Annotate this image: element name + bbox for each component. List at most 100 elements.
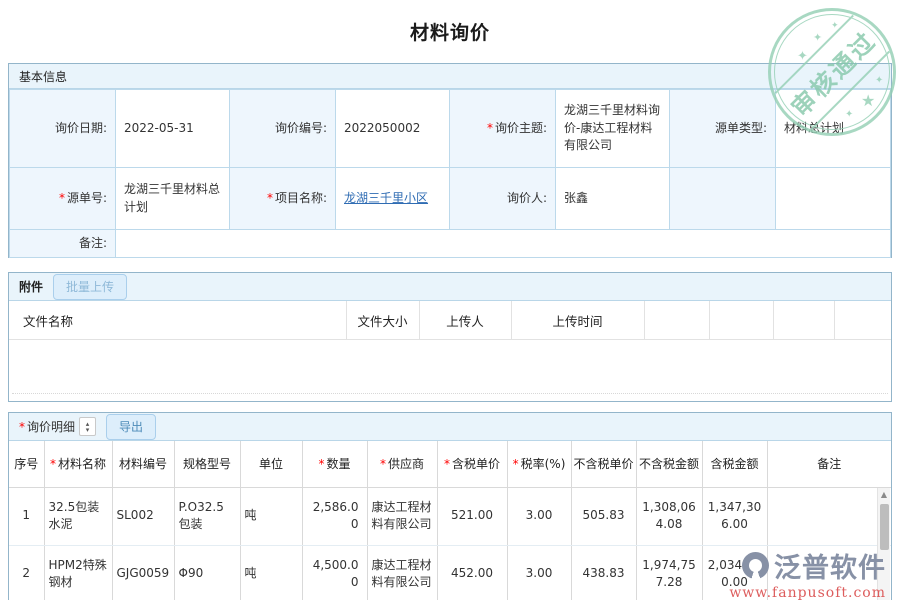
cell-quantity: 2,586.00: [302, 487, 367, 545]
page-title: 材料询价: [0, 18, 900, 45]
basic-info-section: 基本信息 询价日期: 2022-05-31 询价编号: 2022050002 *…: [8, 63, 892, 258]
cell-no-tax-price: 438.83: [571, 545, 636, 600]
project-name-value: 龙湖三千里小区: [336, 168, 450, 230]
cell-material-no: SL002: [112, 487, 174, 545]
col-upload-time: 上传时间: [511, 301, 644, 340]
col-seq: 序号: [9, 441, 44, 487]
cell-material-name: HPM2特殊钢材: [44, 545, 112, 600]
required-icon: *: [487, 121, 493, 135]
remark-value: [116, 230, 891, 258]
scrollbar-thumb[interactable]: [880, 504, 889, 550]
col-quantity: *数量: [302, 441, 367, 487]
col-empty: [644, 301, 709, 340]
inquiry-no-label: 询价编号:: [230, 90, 336, 168]
inquiry-subject-value: 龙湖三千里材料询价-康达工程材料有限公司: [556, 90, 670, 168]
attachments-section: 附件 批量上传 文件名称 文件大小 上传人 上传时间: [8, 272, 892, 402]
cell-no-tax-amount: 1,974,757.28: [636, 545, 702, 600]
cell-no-tax-price: 505.83: [571, 487, 636, 545]
col-empty: [773, 301, 834, 340]
cell-tax-amount: 2,034,000.00: [702, 545, 767, 600]
project-name-label: *项目名称:: [230, 168, 336, 230]
col-supplier: *供应商: [367, 441, 437, 487]
cell-seq: 2: [9, 545, 44, 600]
col-remark: 备注: [767, 441, 891, 487]
basic-info-table: 询价日期: 2022-05-31 询价编号: 2022050002 *询价主题:…: [9, 89, 891, 258]
col-unit: 单位: [240, 441, 302, 487]
required-icon: *: [380, 457, 386, 471]
cell-tax-rate: 3.00: [507, 545, 571, 600]
basic-info-header: 基本信息: [9, 64, 891, 89]
col-file-size: 文件大小: [346, 301, 419, 340]
attachments-header: 附件 批量上传: [9, 273, 891, 301]
col-material-no: 材料编号: [112, 441, 174, 487]
inquiry-details-header: * 询价明细 ▴ ▾ 导出: [9, 413, 891, 441]
attachments-title: 附件: [19, 278, 43, 295]
col-uploader: 上传人: [419, 301, 511, 340]
sort-toggle-icon[interactable]: ▴ ▾: [79, 417, 96, 436]
required-icon: *: [513, 457, 519, 471]
col-material-name: *材料名称: [44, 441, 112, 487]
cell-tax-price: 521.00: [437, 487, 507, 545]
col-tax-amount: 含税金额: [702, 441, 767, 487]
required-icon: *: [19, 420, 25, 434]
details-row: 1 32.5包装水泥 SL002 P.O32.5包装 吨 2,586.00 康达…: [9, 487, 891, 545]
details-header-row: 序号 *材料名称 材料编号 规格型号 单位 *数量 *供应商 *含税单价 *税率…: [9, 441, 891, 487]
sort-down-icon: ▾: [86, 427, 90, 433]
required-icon: *: [59, 191, 65, 205]
source-type-label: 源单类型:: [670, 90, 776, 168]
basic-info-row: 备注:: [10, 230, 891, 258]
star-icon: ✦: [797, 49, 808, 64]
cell-seq: 1: [9, 487, 44, 545]
col-no-tax-price: 不含税单价: [571, 441, 636, 487]
cell-remark: [767, 487, 891, 545]
cell-unit: 吨: [240, 545, 302, 600]
cell-supplier: 康达工程材料有限公司: [367, 487, 437, 545]
vertical-scrollbar[interactable]: ▲: [877, 488, 890, 600]
col-tax-price: *含税单价: [437, 441, 507, 487]
source-type-value: 材料总计划: [776, 90, 891, 168]
col-empty: [834, 301, 891, 340]
batch-upload-button[interactable]: 批量上传: [53, 274, 127, 300]
col-spec: 规格型号: [174, 441, 240, 487]
inquiry-no-value: 2022050002: [336, 90, 450, 168]
empty-label-cell: [670, 168, 776, 230]
source-no-value: 龙湖三千里材料总计划: [116, 168, 230, 230]
required-icon: *: [50, 457, 56, 471]
cell-material-no: GJG0059: [112, 545, 174, 600]
cell-remark: [767, 545, 891, 600]
material-inquiry-page: 材料询价 审核通过 ✦ ✦ ✦ ★ ✦ ✦ 基本信息 询价日期: 2022-05…: [0, 0, 900, 600]
col-empty: [709, 301, 773, 340]
cell-tax-price: 452.00: [437, 545, 507, 600]
basic-info-row: *源单号: 龙湖三千里材料总计划 *项目名称: 龙湖三千里小区 询价人: 张鑫: [10, 168, 891, 230]
details-row: 2 HPM2特殊钢材 GJG0059 Φ90 吨 4,500.00 康达工程材料…: [9, 545, 891, 600]
cell-no-tax-amount: 1,308,064.08: [636, 487, 702, 545]
cell-quantity: 4,500.00: [302, 545, 367, 600]
col-no-tax-amount: 不含税金额: [636, 441, 702, 487]
empty-value-cell: [776, 168, 891, 230]
col-tax-rate: *税率(%): [507, 441, 571, 487]
inquiry-date-label: 询价日期:: [10, 90, 116, 168]
cell-spec: Φ90: [174, 545, 240, 600]
scroll-up-icon[interactable]: ▲: [878, 488, 890, 502]
cell-supplier: 康达工程材料有限公司: [367, 545, 437, 600]
project-name-link[interactable]: 龙湖三千里小区: [344, 191, 428, 205]
cell-unit: 吨: [240, 487, 302, 545]
divider: [12, 393, 888, 394]
inquirer-value: 张鑫: [556, 168, 670, 230]
cell-tax-rate: 3.00: [507, 487, 571, 545]
inquiry-details-title: 询价明细: [27, 418, 75, 435]
inquiry-details-section: * 询价明细 ▴ ▾ 导出 序号 *材料名称 材料编号 规格型号 单位 *数量 …: [8, 412, 892, 600]
inquiry-subject-label: *询价主题:: [450, 90, 556, 168]
required-icon: *: [444, 457, 450, 471]
cell-material-name: 32.5包装水泥: [44, 487, 112, 545]
export-button[interactable]: 导出: [106, 414, 156, 440]
attachments-header-row: 文件名称 文件大小 上传人 上传时间: [9, 301, 891, 340]
cell-tax-amount: 1,347,306.00: [702, 487, 767, 545]
attachments-table: 文件名称 文件大小 上传人 上传时间: [9, 301, 891, 340]
col-file-name: 文件名称: [9, 301, 346, 340]
remark-label: 备注:: [10, 230, 116, 258]
basic-info-title: 基本信息: [19, 68, 67, 85]
cell-spec: P.O32.5包装: [174, 487, 240, 545]
required-icon: *: [318, 457, 324, 471]
required-icon: *: [267, 191, 273, 205]
